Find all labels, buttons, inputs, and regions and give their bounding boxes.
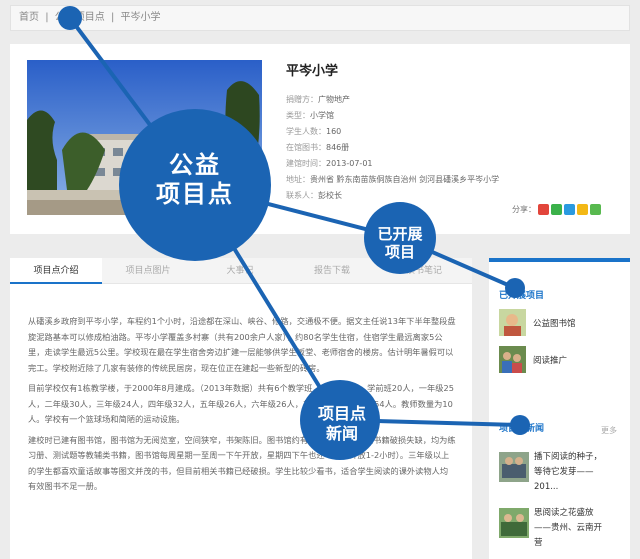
weibo-share-icon[interactable] <box>538 204 549 215</box>
share-label: 分享： <box>512 205 536 214</box>
tab-reports[interactable]: 报告下载 <box>286 258 378 284</box>
project-item-label: 公益图书馆 <box>533 318 576 329</box>
news-title-line: 思阅读之花盛放 <box>534 508 594 518</box>
meta-donor: 捐赠方：广物地产 <box>286 95 350 104</box>
qq-share-icon[interactable] <box>564 204 575 215</box>
bubble-news-label: 项目点 新闻 <box>317 404 366 443</box>
right-sidebar: 已开展项目 公益图书馆 阅读推广 项目点新闻 更多 播下阅读的种子， 等待它发芽… <box>489 258 630 559</box>
meta-books: 在馆图书：846册 <box>286 143 350 152</box>
article-paragraph: 建校时已建有图书馆，图书馆为无阅览室，空间狭窄，书架陈旧。图书馆约有500册，但… <box>28 434 456 492</box>
project-item-label: 阅读推广 <box>533 355 568 366</box>
news-thumbnail <box>499 452 529 482</box>
news-title-line: 营 <box>534 538 543 548</box>
school-info-card: 平岑小学 捐赠方：广物地产 类型：小学馆 学生人数：160 在馆图书：846册 … <box>10 44 630 234</box>
tab-photos[interactable]: 项目点图片 <box>102 258 194 284</box>
tab-events[interactable]: 大事记 <box>194 258 286 284</box>
content-card: 项目点介绍 项目点图片 大事记 报告下载 读书笔记 从磻溪乡政府到平岑小学，车程… <box>10 258 472 559</box>
news-title-line: ——贵州、云南开 <box>534 523 603 533</box>
projects-heading: 已开展项目 <box>499 291 545 301</box>
news-title-line: 播下阅读的种子， <box>534 452 603 462</box>
meta-address: 地址：贵州省 黔东南苗族侗族自治州 剑河县磻溪乡平岑小学 <box>286 175 500 184</box>
article-paragraph: 从磻溪乡政府到平岑小学，车程约1个小时，沿途都在深山、峡谷、修路，交通极不便。据… <box>28 316 456 373</box>
news-thumbnail <box>499 508 529 538</box>
tab-notes[interactable]: 读书笔记 <box>378 258 470 284</box>
reading-thumbnail <box>499 346 526 373</box>
share-bar: 分享： <box>512 204 601 215</box>
article-paragraph: 目前学校仅有1栋教学楼，于2000年8月建成。（2013年数据）共有6个教学班，… <box>28 383 455 424</box>
intro-article: 从磻溪乡政府到平岑小学，车程约1个小时，沿途都在深山、峡谷、修路，交通极不便。据… <box>28 314 456 500</box>
news-item[interactable]: 播下阅读的种子， 等待它发芽—— 201... <box>499 450 624 495</box>
sidebar-accent-bar <box>489 258 630 262</box>
meta-type: 类型：小学馆 <box>286 111 334 120</box>
tab-intro[interactable]: 项目点介绍 <box>10 258 102 284</box>
news-heading: 项目点新闻 <box>499 424 545 434</box>
news-more-link[interactable]: 更多 <box>601 425 617 436</box>
qzone-share-icon[interactable] <box>577 204 588 215</box>
breadcrumb: 首页 | 公益项目点 | 平岑小学 <box>10 5 630 31</box>
bubble-big-label: 公益 项目点 <box>156 150 234 208</box>
project-item-reading[interactable]: 阅读推广 <box>499 346 567 373</box>
news-title-line: 等待它发芽—— <box>534 467 594 477</box>
school-title: 平岑小学 <box>286 64 339 79</box>
meta-date: 建馆时间：2013-07-01 <box>286 159 373 168</box>
tab-bar: 项目点介绍 项目点图片 大事记 报告下载 读书笔记 <box>10 258 472 284</box>
news-item[interactable]: 思阅读之花盛放 ——贵州、云南开 营 <box>499 506 624 551</box>
wechat-share-icon[interactable] <box>551 204 562 215</box>
bubble-projects-label: 已开展 项目 <box>377 225 423 261</box>
breadcrumb-current: 平岑小学 <box>120 12 161 23</box>
meta-students: 学生人数：160 <box>286 127 342 136</box>
news-title-line: 201... <box>534 482 559 492</box>
more-share-icon[interactable] <box>590 204 601 215</box>
meta-contact: 联系人：彭校长 <box>286 191 342 200</box>
breadcrumb-home[interactable]: 首页 <box>19 12 39 23</box>
school-meta: 捐赠方：广物地产 类型：小学馆 学生人数：160 在馆图书：846册 建馆时间：… <box>286 92 499 204</box>
library-thumbnail <box>499 309 526 336</box>
breadcrumb-projects[interactable]: 公益项目点 <box>55 12 105 23</box>
project-item-library[interactable]: 公益图书馆 <box>499 309 576 336</box>
